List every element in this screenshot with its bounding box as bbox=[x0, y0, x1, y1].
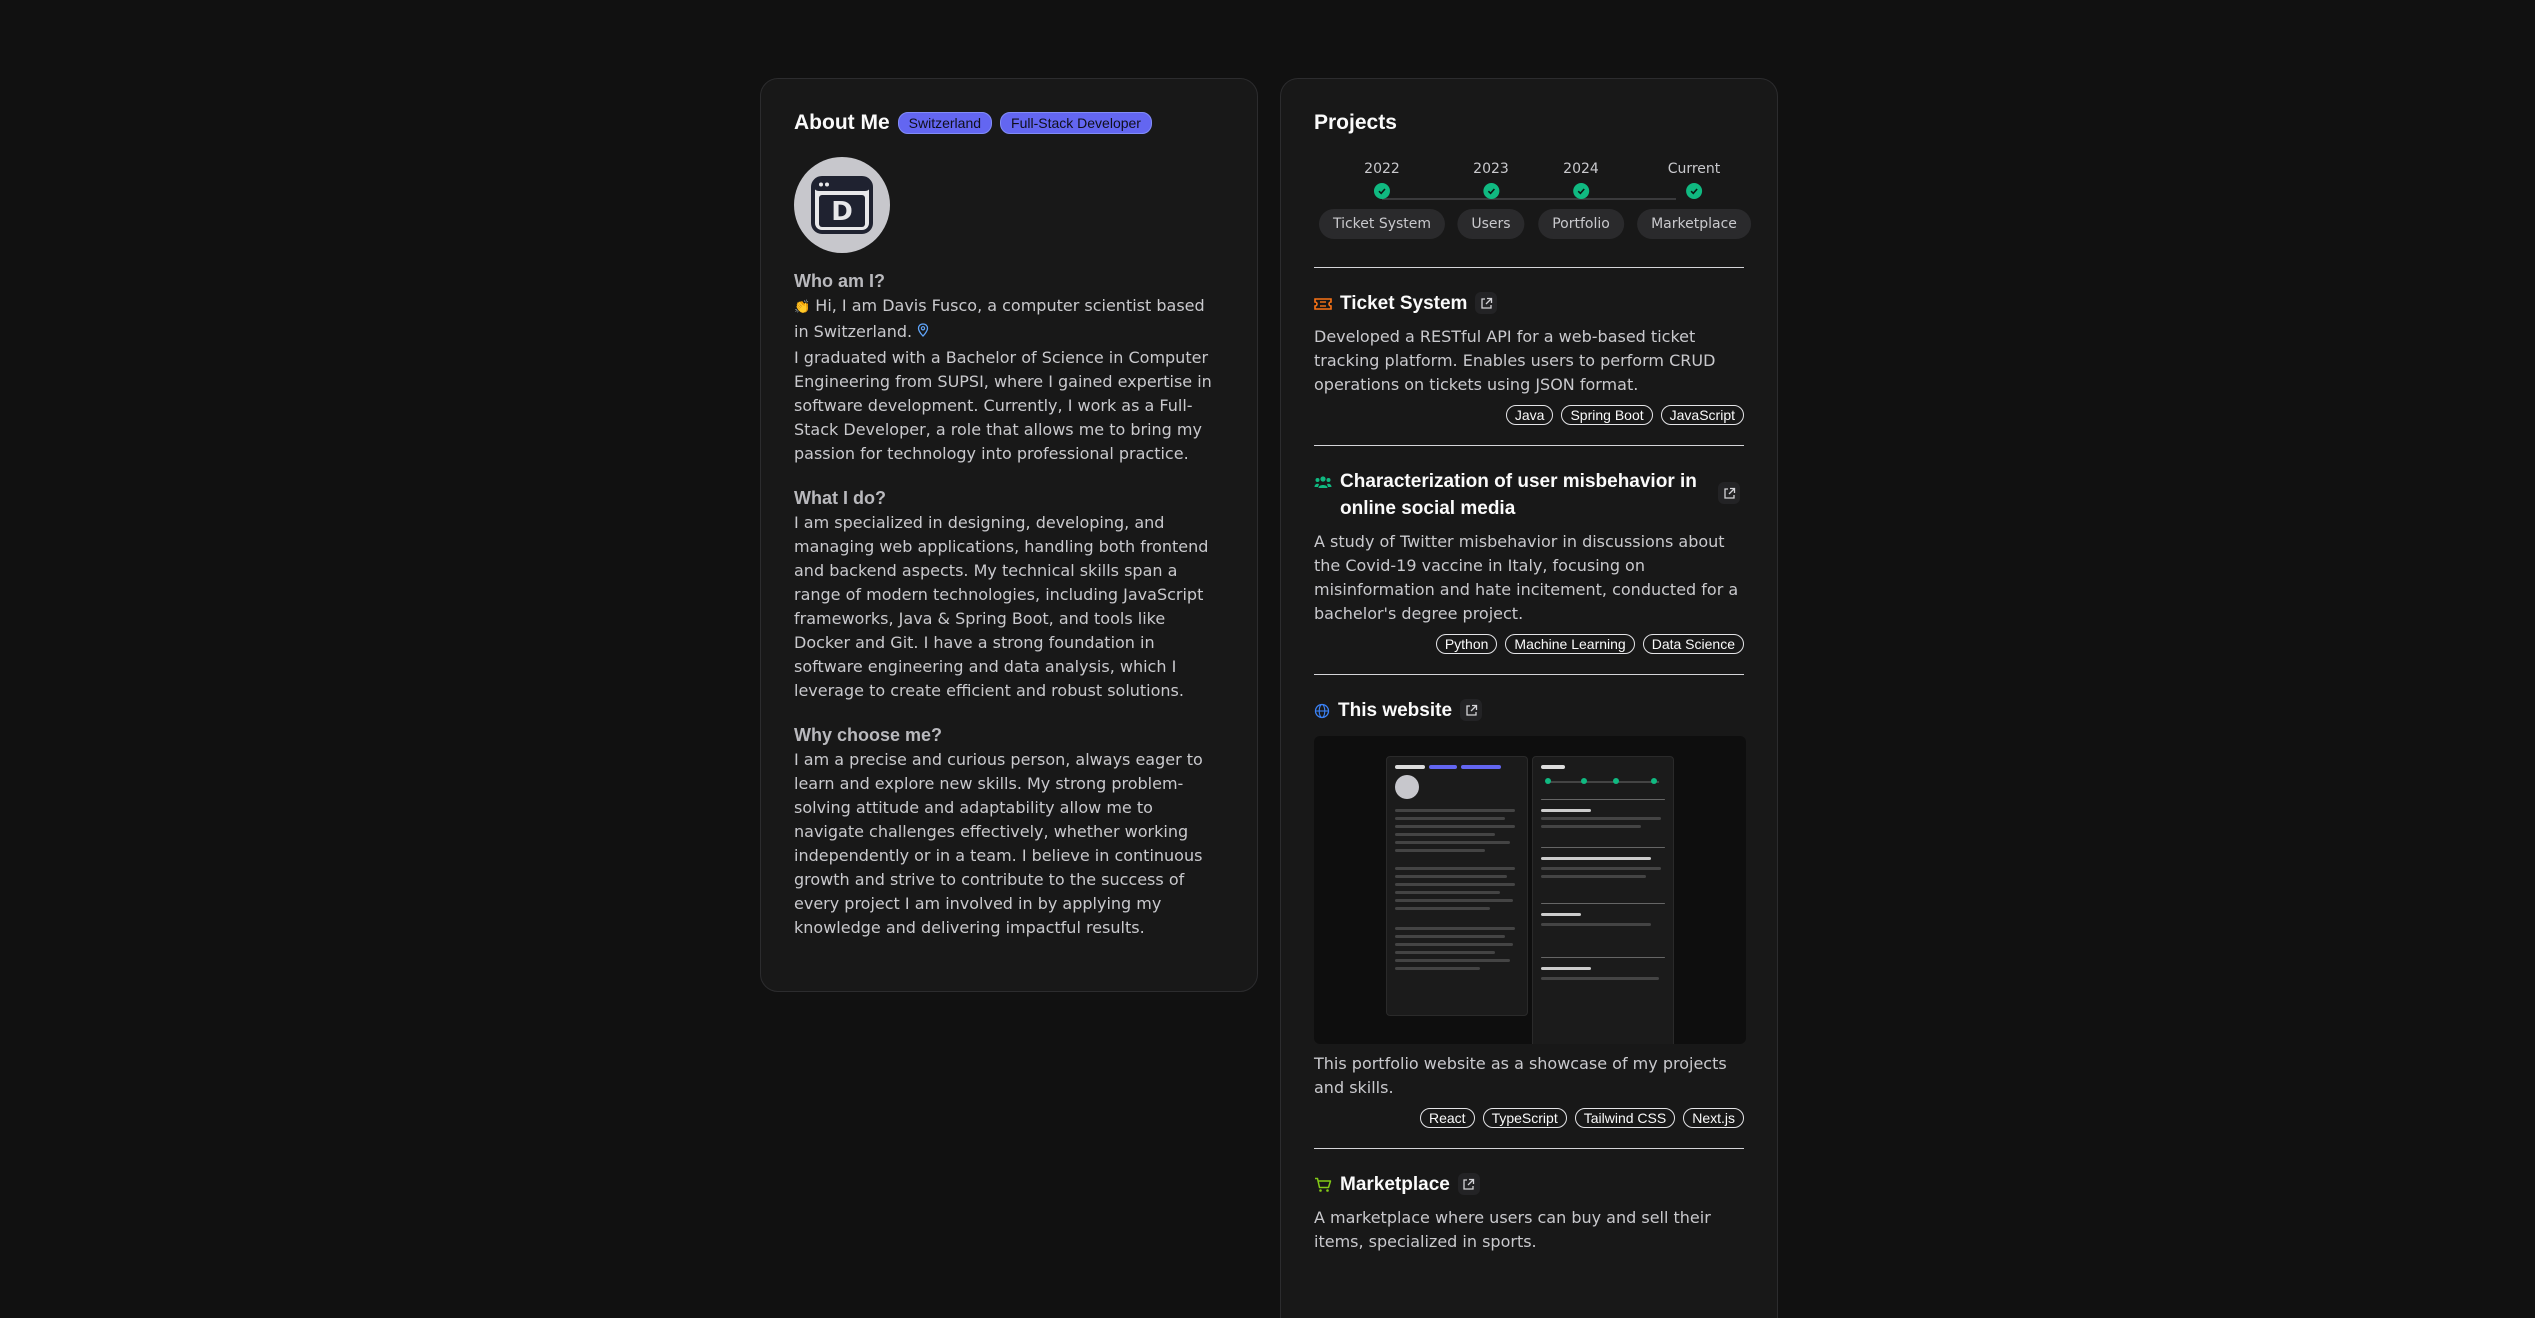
who-intro-text: Hi, I am Davis Fusco, a computer scienti… bbox=[794, 296, 1205, 341]
about-title: About Me bbox=[794, 111, 890, 134]
why-heading: Why choose me? bbox=[794, 725, 943, 745]
projects-title: Projects bbox=[1314, 111, 1397, 134]
screenshot-about-panel bbox=[1386, 756, 1528, 1016]
check-icon bbox=[1483, 183, 1499, 199]
project-title: Characterization of user misbehavior in … bbox=[1340, 471, 1697, 519]
window-logo-icon: D bbox=[811, 176, 873, 234]
timeline-year: 2023 bbox=[1473, 161, 1509, 177]
project-this-website: This website This portfolio website as a… bbox=[1314, 675, 1746, 1148]
project-description: Developed a RESTful API for a web-based … bbox=[1314, 327, 1716, 394]
timeline-item-portfolio: 2024 Portfolio bbox=[1538, 161, 1624, 239]
avatar-letter: D bbox=[831, 197, 853, 227]
project-description: A marketplace where users can buy and se… bbox=[1314, 1208, 1711, 1251]
who-section: Who am I? 👏 Hi, I am Davis Fusco, a comp… bbox=[794, 271, 1224, 466]
about-header: About Me Switzerland Full-Stack Develope… bbox=[794, 111, 1224, 135]
external-link-icon[interactable] bbox=[1460, 699, 1483, 721]
tag: JavaScript bbox=[1660, 405, 1744, 425]
what-section: What I do? I am specialized in designing… bbox=[794, 488, 1224, 703]
timeline-button-ticket-system[interactable]: Ticket System bbox=[1318, 209, 1446, 239]
tag: Python bbox=[1435, 634, 1498, 654]
tag: Data Science bbox=[1642, 634, 1744, 654]
projects-card: Projects 2022 Ticket System 2023 Users 2… bbox=[1280, 78, 1778, 1318]
timeline-item-marketplace: Current Marketplace bbox=[1637, 161, 1751, 239]
project-description: A study of Twitter misbehavior in discus… bbox=[1314, 532, 1739, 623]
tag-list: React TypeScript Tailwind CSS Next.js bbox=[1314, 1108, 1744, 1128]
tag: Java bbox=[1505, 405, 1554, 425]
tag-list: Python Machine Learning Data Science bbox=[1314, 634, 1744, 654]
tag: Machine Learning bbox=[1505, 634, 1635, 654]
external-link-icon[interactable] bbox=[1457, 1173, 1480, 1195]
tag: React bbox=[1420, 1108, 1475, 1128]
project-title: Marketplace bbox=[1340, 1174, 1450, 1195]
timeline-button-marketplace[interactable]: Marketplace bbox=[1637, 209, 1751, 239]
what-heading: What I do? bbox=[794, 488, 886, 508]
users-icon bbox=[1314, 476, 1332, 488]
check-icon bbox=[1573, 183, 1589, 199]
project-description: This portfolio website as a showcase of … bbox=[1314, 1054, 1727, 1097]
tag: Tailwind CSS bbox=[1574, 1108, 1676, 1128]
website-screenshot bbox=[1314, 736, 1746, 1044]
project-timeline: 2022 Ticket System 2023 Users 2024 Portf… bbox=[1314, 161, 1751, 251]
who-heading: Who am I? bbox=[794, 271, 885, 291]
role-badge: Full-Stack Developer bbox=[1000, 112, 1152, 134]
why-section: Why choose me? I am a precise and curiou… bbox=[794, 725, 1224, 940]
external-link-icon[interactable] bbox=[1475, 292, 1498, 314]
project-marketplace: Marketplace A marketplace where users ca… bbox=[1314, 1149, 1744, 1274]
why-body: I am a precise and curious person, alway… bbox=[794, 750, 1203, 937]
timeline-year: 2022 bbox=[1364, 161, 1400, 177]
check-icon bbox=[1373, 183, 1390, 199]
project-title: Ticket System bbox=[1340, 293, 1468, 314]
tag: Next.js bbox=[1683, 1108, 1744, 1128]
tag-list: Java Spring Boot JavaScript bbox=[1314, 405, 1744, 425]
location-badge: Switzerland bbox=[897, 112, 993, 134]
timeline-item-ticket-system: 2022 Ticket System bbox=[1318, 161, 1446, 239]
timeline-button-users[interactable]: Users bbox=[1457, 209, 1525, 239]
clap-emoji-icon: 👏 bbox=[794, 300, 811, 315]
globe-icon bbox=[1314, 703, 1330, 719]
check-icon bbox=[1685, 183, 1702, 199]
about-card: About Me Switzerland Full-Stack Develope… bbox=[760, 78, 1258, 992]
cart-icon bbox=[1315, 1177, 1332, 1192]
timeline-item-users: 2023 Users bbox=[1457, 161, 1525, 239]
screenshot-projects-panel bbox=[1532, 756, 1674, 1044]
tag: TypeScript bbox=[1482, 1108, 1567, 1128]
who-body: I graduated with a Bachelor of Science i… bbox=[794, 348, 1212, 463]
external-link-icon[interactable] bbox=[1718, 482, 1740, 504]
project-user-misbehavior: Characterization of user misbehavior in … bbox=[1314, 446, 1744, 674]
avatar: D bbox=[794, 157, 890, 253]
timeline-button-portfolio[interactable]: Portfolio bbox=[1538, 209, 1624, 239]
project-title: This website bbox=[1338, 700, 1453, 721]
tag: Spring Boot bbox=[1561, 405, 1653, 425]
timeline-year: Current bbox=[1667, 161, 1721, 177]
ticket-icon bbox=[1314, 298, 1332, 310]
what-body: I am specialized in designing, developin… bbox=[794, 513, 1209, 700]
who-intro: 👏 Hi, I am Davis Fusco, a computer scien… bbox=[794, 294, 1224, 344]
project-ticket-system: Ticket System Developed a RESTful API fo… bbox=[1314, 268, 1744, 445]
timeline-year: 2024 bbox=[1563, 161, 1599, 177]
location-pin-icon bbox=[918, 323, 929, 337]
